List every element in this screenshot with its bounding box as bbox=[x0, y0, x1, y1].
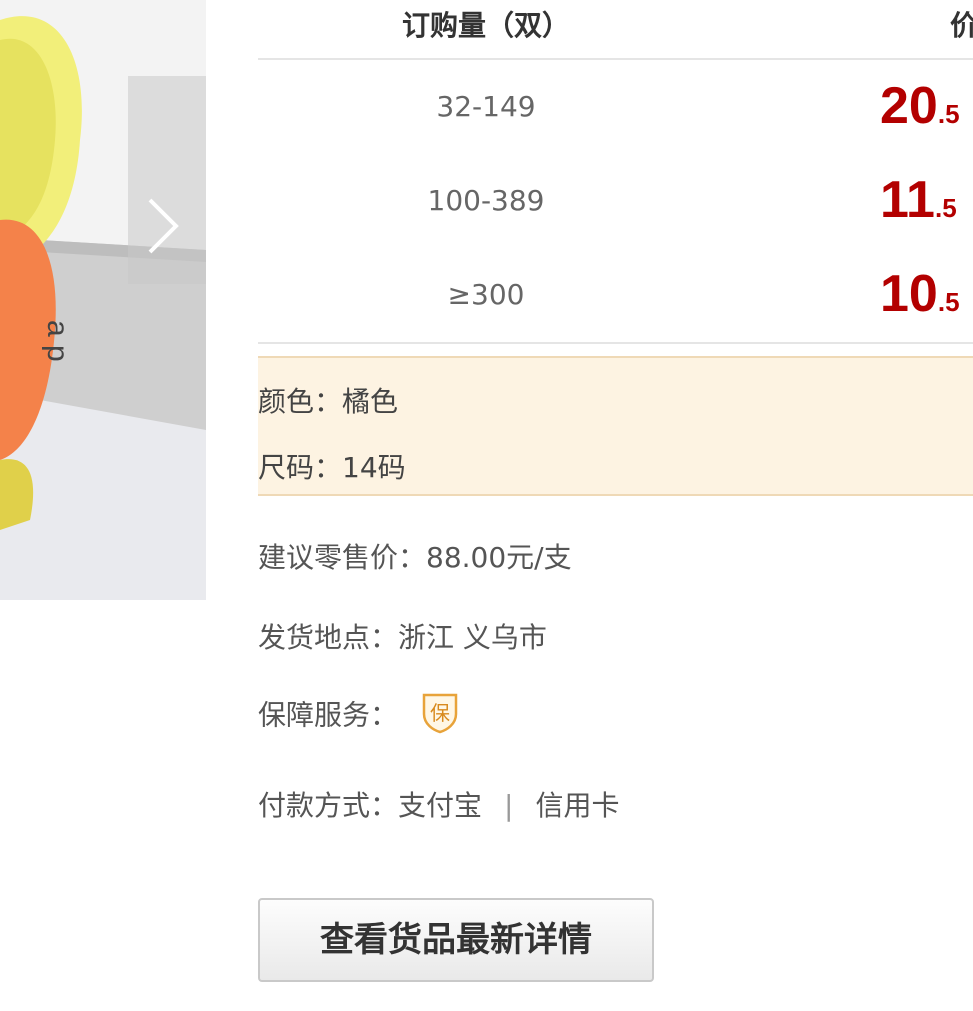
payment-alipay: 支付宝 bbox=[398, 789, 483, 822]
shipping-location-label: 发货地点： bbox=[258, 621, 399, 654]
payment-method-row: 付款方式：支付宝 | 信用卡 bbox=[258, 784, 619, 824]
retail-price-value: 88.00元/支 bbox=[426, 541, 572, 574]
selected-spec-box: 颜色：橘色 尺码：14码 bbox=[258, 356, 973, 496]
shipping-location-row: 发货地点：浙江 义乌市 bbox=[258, 616, 547, 656]
view-latest-details-button[interactable]: 查看货品最新详情 bbox=[258, 898, 654, 982]
guarantee-shield-icon[interactable]: 保 bbox=[421, 692, 459, 741]
payment-separator: | bbox=[504, 789, 514, 822]
quantity-range: 100-389 bbox=[427, 184, 545, 217]
payment-method-label: 付款方式： bbox=[258, 789, 399, 822]
spec-size-value: 14码 bbox=[342, 451, 406, 484]
payment-credit-card: 信用卡 bbox=[535, 789, 620, 822]
unit-price: 11.5 bbox=[880, 171, 957, 229]
spec-color-label: 颜色： bbox=[258, 385, 343, 418]
product-image[interactable]: a p bbox=[0, 0, 206, 600]
service-guarantee-row: 保障服务： 保 bbox=[258, 692, 459, 741]
quantity-column-header: 订购量（双） bbox=[401, 9, 570, 42]
quantity-range: 32-149 bbox=[436, 90, 536, 123]
price-row: 100-389 11.5 bbox=[258, 154, 973, 248]
price-row: ≥300 10.5 bbox=[258, 248, 973, 342]
spec-size: 尺码：14码 bbox=[258, 446, 406, 486]
price-table: 订购量（双） 价 32-149 20.5 100-389 11.5 ≥300 1… bbox=[258, 0, 973, 344]
chevron-right-icon bbox=[148, 198, 179, 254]
gallery-next-button[interactable] bbox=[128, 76, 206, 284]
price-column-header: 价 bbox=[950, 9, 973, 42]
table-divider bbox=[258, 342, 973, 344]
spec-size-label: 尺码： bbox=[258, 451, 343, 484]
service-guarantee-label: 保障服务： bbox=[258, 698, 399, 732]
retail-price-label: 建议零售价： bbox=[258, 541, 427, 574]
quantity-range: ≥300 bbox=[447, 278, 525, 311]
price-table-header: 订购量（双） 价 bbox=[258, 0, 973, 60]
price-row: 32-149 20.5 bbox=[258, 60, 973, 154]
unit-price: 10.5 bbox=[880, 265, 960, 323]
spec-color-value: 橘色 bbox=[342, 385, 399, 418]
shipping-location-value: 浙江 义乌市 bbox=[398, 621, 547, 654]
box-print-text: a p bbox=[41, 320, 74, 362]
guarantee-badge-text: 保 bbox=[430, 701, 450, 725]
retail-price-row: 建议零售价：88.00元/支 bbox=[258, 536, 572, 576]
unit-price: 20.5 bbox=[880, 77, 960, 135]
spec-color: 颜色：橘色 bbox=[258, 380, 398, 420]
